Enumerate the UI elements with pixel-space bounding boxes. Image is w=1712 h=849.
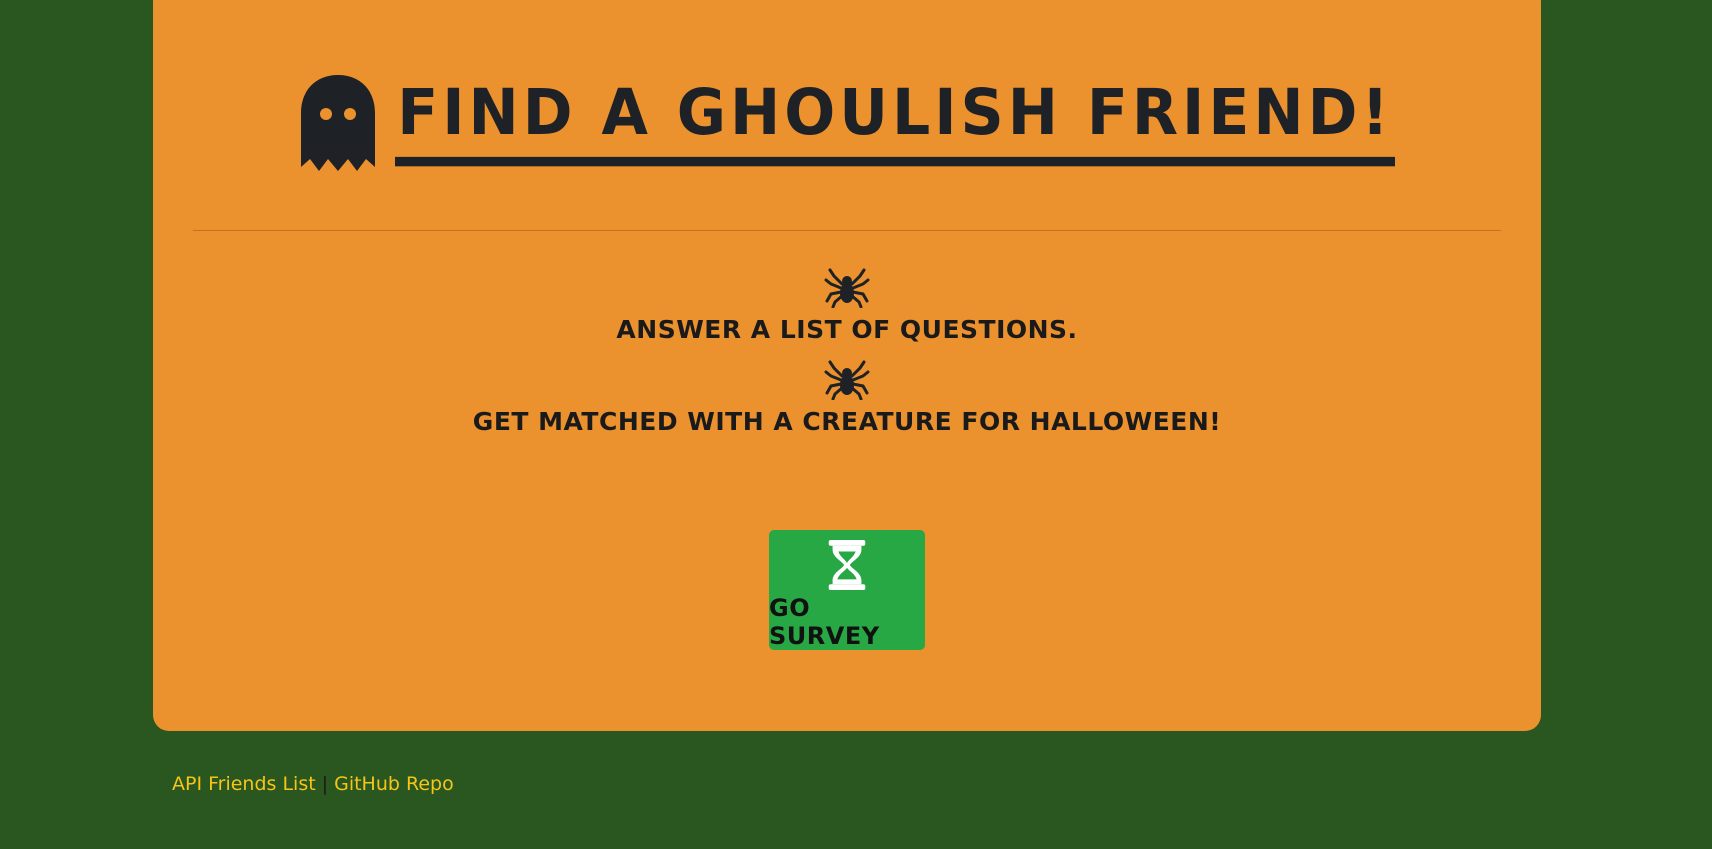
footer: API Friends List | GitHub Repo xyxy=(172,773,454,795)
step-2-text: Get matched with a creature for Hallowee… xyxy=(472,407,1222,436)
steps-list: Answer a list of questions. Get matched … xyxy=(153,268,1541,452)
main-panel: Find a Ghoulish Friend! Answer a list of… xyxy=(153,0,1541,731)
step-1-text: Answer a list of questions. xyxy=(616,315,1078,344)
spider-icon xyxy=(824,268,870,308)
go-survey-button[interactable]: Go Survey xyxy=(769,530,925,650)
hourglass-icon xyxy=(828,540,866,590)
github-repo-link[interactable]: GitHub Repo xyxy=(334,773,454,795)
page-title: Find a Ghoulish Friend! xyxy=(395,69,1395,167)
divider xyxy=(193,230,1501,231)
footer-separator: | xyxy=(321,773,329,795)
header: Find a Ghoulish Friend! xyxy=(153,71,1541,175)
api-friends-list-link[interactable]: API Friends List xyxy=(172,773,316,795)
go-survey-label: Go Survey xyxy=(769,594,880,650)
ghost-icon xyxy=(301,75,376,171)
spider-icon xyxy=(824,360,870,400)
